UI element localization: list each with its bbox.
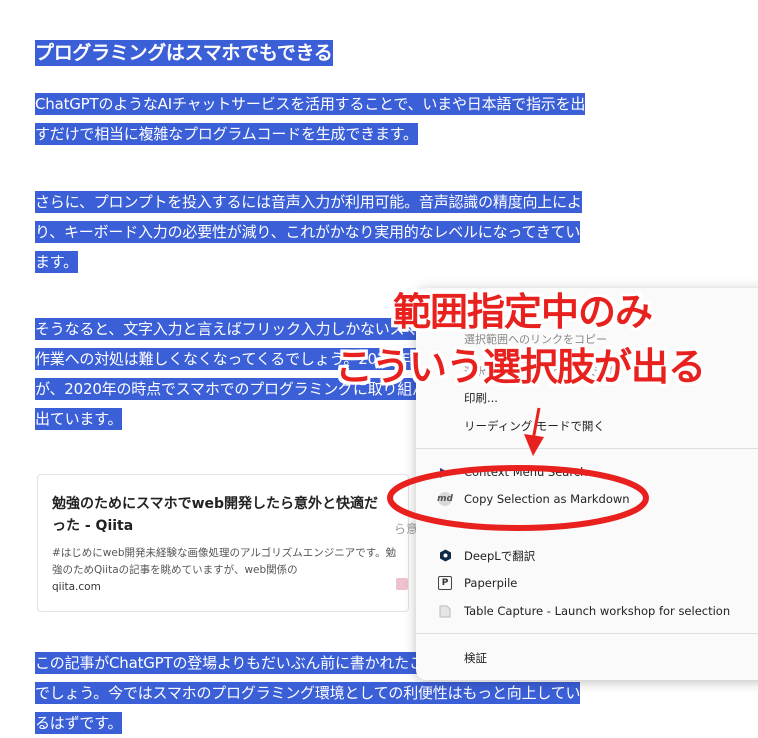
deepl-icon <box>438 548 452 562</box>
heading-text: プログラミングはスマホでもできる <box>35 40 333 66</box>
annotation-line-2: こういう選択肢が出る <box>335 345 706 389</box>
link-card-url: qiita.com <box>52 581 101 593</box>
link-card-title[interactable]: 勉強のためにスマホでweb開発したら意外と快適だった - Qiita <box>52 493 392 537</box>
link-card-qiita[interactable]: 勉強のためにスマホでweb開発したら意外と快適だった - Qiita #はじめに… <box>37 474 409 612</box>
paragraph-2: さらに、プロンプトを投入するには音声入力が利用可能。音声認識の精度向上により、キ… <box>35 187 595 277</box>
menu-item-context-menu-search[interactable]: Context Menu Search <box>464 465 587 479</box>
menu-item-inspect[interactable]: 検証 <box>464 650 487 666</box>
menu-item-table-capture[interactable]: Table Capture - Launch workshop for sele… <box>464 604 730 618</box>
paragraph-2-text: さらに、プロンプトを投入するには音声入力が利用可能。音声認識の精度向上により、キ… <box>35 191 582 273</box>
paragraph-1: ChatGPTのようなAIチャットサービスを活用することで、いまや日本語で指示を… <box>35 89 595 149</box>
menu-separator <box>416 448 758 449</box>
table-capture-icon <box>438 604 452 618</box>
menu-item-paperpile[interactable]: Paperpile <box>464 576 517 590</box>
markdown-icon: md <box>437 492 453 506</box>
menu-item-deepl[interactable]: DeepLで翻訳 <box>464 548 535 564</box>
menu-item-reading-mode[interactable]: リーディング モードで開く <box>464 418 605 434</box>
paperpile-icon: P <box>438 576 452 590</box>
menu-item-copy-selection-markdown[interactable]: Copy Selection as Markdown <box>464 492 630 506</box>
card-thumbnail-text: ら意 <box>394 522 419 536</box>
qiita-thumbnail-icon <box>396 578 408 590</box>
article-heading: プログラミングはスマホでもできる <box>35 38 333 68</box>
paragraph-1-text: ChatGPTのようなAIチャットサービスを活用することで、いまや日本語で指示を… <box>35 93 586 145</box>
context-menu-search-icon <box>438 466 452 480</box>
annotation-line-1: 範囲指定中のみ <box>393 290 653 334</box>
menu-item-print[interactable]: 印刷... <box>464 390 498 406</box>
menu-separator <box>416 633 758 634</box>
link-card-description: #はじめにweb開発未経験な画像処理のアルゴリズムエンジニアです。勉強のためQi… <box>52 547 397 576</box>
